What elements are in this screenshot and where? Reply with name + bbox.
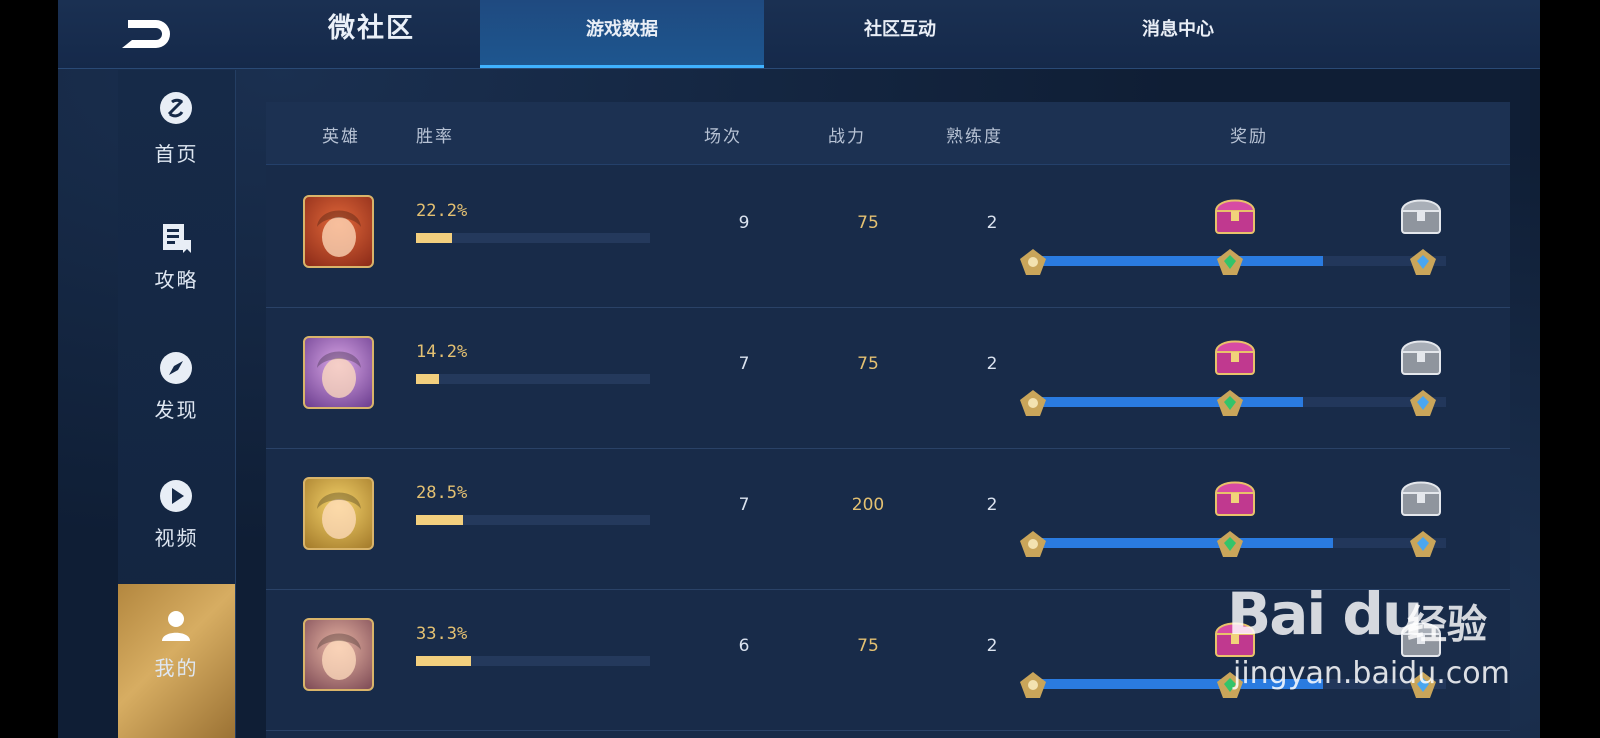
hero-portrait-icon xyxy=(317,351,361,398)
tab-community[interactable]: 社区互动 xyxy=(758,0,1042,68)
hero-portrait-icon xyxy=(317,492,361,539)
diamond-badge-icon xyxy=(1408,529,1438,559)
sidebar-item-label: 视频 xyxy=(154,526,199,550)
diamond-badge-icon xyxy=(1408,670,1438,700)
sidebar-item-label: 我的 xyxy=(154,656,199,680)
guide-icon xyxy=(163,224,191,253)
sidebar-item-label: 攻略 xyxy=(154,268,199,292)
proficiency-value: 2 xyxy=(986,213,998,233)
winrate-text: 22.2% xyxy=(416,201,468,221)
table-row[interactable]: 28.5% 7 200 2 xyxy=(266,447,1510,590)
winrate-bar-fill xyxy=(416,374,440,384)
winrate-bar-fill xyxy=(416,515,463,525)
home-icon xyxy=(160,92,192,124)
hero-avatar[interactable] xyxy=(303,195,374,268)
hero-avatar[interactable] xyxy=(303,336,374,409)
sidebar-item-label: 发现 xyxy=(154,398,199,422)
reward-progress-fill xyxy=(1042,256,1323,266)
user-icon xyxy=(162,611,190,641)
hero-avatar[interactable] xyxy=(303,477,374,550)
bronze-badge-icon xyxy=(1018,388,1048,418)
proficiency-value: 2 xyxy=(986,495,998,515)
top-bar: 微社区 游戏数据 社区互动 消息中心 xyxy=(58,0,1540,69)
matches-value: 7 xyxy=(738,354,750,374)
sidebar-item-video[interactable]: 视频 xyxy=(118,472,235,602)
compass-icon xyxy=(160,352,192,384)
silver-chest-icon[interactable] xyxy=(1396,193,1446,239)
winrate-bar xyxy=(416,233,650,243)
winrate-text: 33.3% xyxy=(416,624,468,644)
matches-value: 7 xyxy=(738,495,750,515)
gold-chest-icon[interactable] xyxy=(1210,193,1260,239)
reward-progress-fill xyxy=(1042,397,1303,407)
winrate-bar-fill xyxy=(416,656,471,666)
winrate-bar xyxy=(416,374,650,384)
matches-value: 6 xyxy=(738,636,750,656)
app-title: 微社区 xyxy=(328,13,415,44)
diamond-badge-icon xyxy=(1408,388,1438,418)
sidebar-item-discover[interactable]: 发现 xyxy=(118,342,235,472)
power-value: 200 xyxy=(851,495,885,515)
table-header: 英雄 胜率 场次 战力 熟练度 奖励 xyxy=(266,102,1510,165)
winrate-bar xyxy=(416,515,650,525)
col-matches: 场次 xyxy=(704,127,742,147)
bronze-badge-icon xyxy=(1018,247,1048,277)
gold-chest-icon[interactable] xyxy=(1210,475,1260,521)
hero-data-table: 英雄 胜率 场次 战力 熟练度 奖励 22.2% 9 75 2 14.2% 7 … xyxy=(266,102,1510,738)
col-power: 战力 xyxy=(828,127,866,147)
table-row[interactable]: 22.2% 9 75 2 xyxy=(266,165,1510,308)
back-button[interactable] xyxy=(118,10,232,58)
winrate-text: 14.2% xyxy=(416,342,468,362)
sidebar-item-home[interactable]: 首页 xyxy=(118,80,235,210)
col-proficiency: 熟练度 xyxy=(946,127,1003,147)
proficiency-value: 2 xyxy=(986,354,998,374)
tab-game-data[interactable]: 游戏数据 xyxy=(480,0,764,68)
sidebar-item-guide[interactable]: 攻略 xyxy=(118,212,235,342)
winrate-bar-fill xyxy=(416,233,453,243)
emerald-badge-icon xyxy=(1215,529,1245,559)
tab-messages[interactable]: 消息中心 xyxy=(1036,0,1320,68)
reward-progress-fill xyxy=(1042,538,1333,548)
table-row[interactable]: 33.3% 6 75 2 xyxy=(266,588,1510,731)
proficiency-value: 2 xyxy=(986,636,998,656)
table-row[interactable]: 14.2% 7 75 2 xyxy=(266,306,1510,449)
col-winrate: 胜率 xyxy=(416,127,454,147)
sidebar: 首页 攻略 发现 视频 我的 xyxy=(118,70,236,738)
bronze-badge-icon xyxy=(1018,670,1048,700)
silver-chest-icon[interactable] xyxy=(1396,616,1446,662)
col-hero: 英雄 xyxy=(322,127,360,147)
gold-chest-icon[interactable] xyxy=(1210,616,1260,662)
power-value: 75 xyxy=(857,213,879,233)
power-value: 75 xyxy=(857,354,879,374)
sidebar-item-mine[interactable]: 我的 xyxy=(118,584,235,738)
emerald-badge-icon xyxy=(1215,670,1245,700)
winrate-text: 28.5% xyxy=(416,483,468,503)
power-value: 75 xyxy=(857,636,879,656)
silver-chest-icon[interactable] xyxy=(1396,334,1446,380)
emerald-badge-icon xyxy=(1215,247,1245,277)
hero-portrait-icon xyxy=(317,210,361,257)
winrate-bar xyxy=(416,656,650,666)
emerald-badge-icon xyxy=(1215,388,1245,418)
sidebar-item-label: 首页 xyxy=(154,142,199,166)
hero-portrait-icon xyxy=(317,633,361,680)
silver-chest-icon[interactable] xyxy=(1396,475,1446,521)
play-icon xyxy=(160,480,192,512)
bronze-badge-icon xyxy=(1018,529,1048,559)
hero-avatar[interactable] xyxy=(303,618,374,691)
back-arrow-icon xyxy=(122,20,170,48)
matches-value: 9 xyxy=(738,213,750,233)
diamond-badge-icon xyxy=(1408,247,1438,277)
gold-chest-icon[interactable] xyxy=(1210,334,1260,380)
reward-progress-fill xyxy=(1042,679,1323,689)
col-reward: 奖励 xyxy=(1230,127,1268,147)
